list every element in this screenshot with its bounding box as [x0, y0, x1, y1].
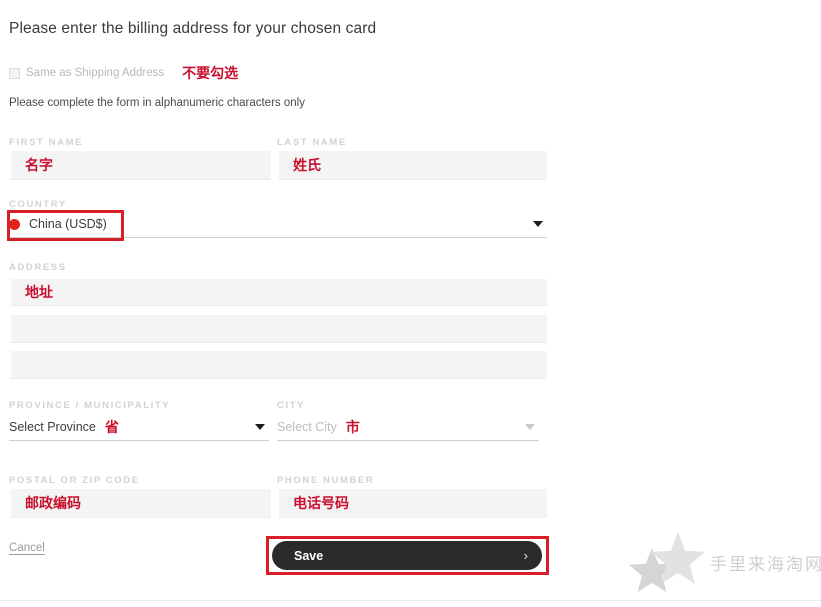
watermark-text: 手里来海淘网	[710, 554, 821, 574]
chevron-right-icon: ›	[523, 548, 528, 563]
city-label: CITY	[277, 400, 306, 411]
same-as-shipping-label: Same as Shipping Address	[26, 67, 165, 79]
country-label: COUNTRY	[9, 199, 67, 210]
annotation-province: 省	[104, 419, 119, 435]
cancel-link[interactable]: Cancel	[9, 542, 45, 554]
country-selected-value: China (USD$)	[29, 217, 107, 231]
billing-address-form-page: Please enter the billing address for you…	[0, 0, 821, 607]
address-line-3-input[interactable]	[9, 351, 547, 379]
same-as-shipping-checkbox[interactable]	[9, 67, 20, 79]
bottom-divider	[0, 600, 821, 601]
address-label: ADDRESS	[9, 262, 67, 273]
postal-code-input[interactable]	[9, 489, 271, 518]
phone-number-input[interactable]	[277, 489, 547, 518]
postal-code-label: POSTAL OR ZIP CODE	[9, 475, 140, 486]
annotation-do-not-check: 不要勾选	[182, 65, 239, 81]
save-button[interactable]: Save ›	[272, 541, 542, 570]
save-button-label: Save	[294, 548, 324, 563]
address-line-2-input[interactable]	[9, 315, 547, 343]
city-select[interactable]: Select City 市	[277, 414, 539, 441]
province-label: PROVINCE / MUNICIPALITY	[9, 400, 171, 411]
star-icon-front	[651, 532, 705, 584]
chevron-down-icon	[533, 221, 543, 227]
first-name-label: FIRST NAME	[9, 137, 84, 148]
country-select[interactable]: China (USD$)	[9, 211, 547, 238]
watermark: 手里来海淘网	[628, 529, 821, 595]
chevron-down-icon	[525, 424, 535, 430]
same-as-shipping-row: Same as Shipping Address 不要勾选	[9, 63, 238, 83]
chevron-down-icon	[255, 424, 265, 430]
phone-number-label: PHONE NUMBER	[277, 475, 375, 486]
country-flag-icon	[9, 218, 20, 230]
first-name-input[interactable]	[9, 151, 271, 180]
province-select[interactable]: Select Province 省	[9, 414, 269, 441]
form-instruction-note: Please complete the form in alphanumeric…	[9, 97, 305, 109]
province-selected-value: Select Province	[9, 420, 96, 434]
page-title: Please enter the billing address for you…	[9, 20, 377, 37]
last-name-label: LAST NAME	[277, 137, 347, 148]
annotation-city: 市	[345, 419, 360, 435]
star-icon	[628, 529, 706, 595]
address-line-1-input[interactable]	[9, 279, 547, 306]
last-name-input[interactable]	[277, 151, 547, 180]
city-selected-value: Select City	[277, 420, 337, 434]
